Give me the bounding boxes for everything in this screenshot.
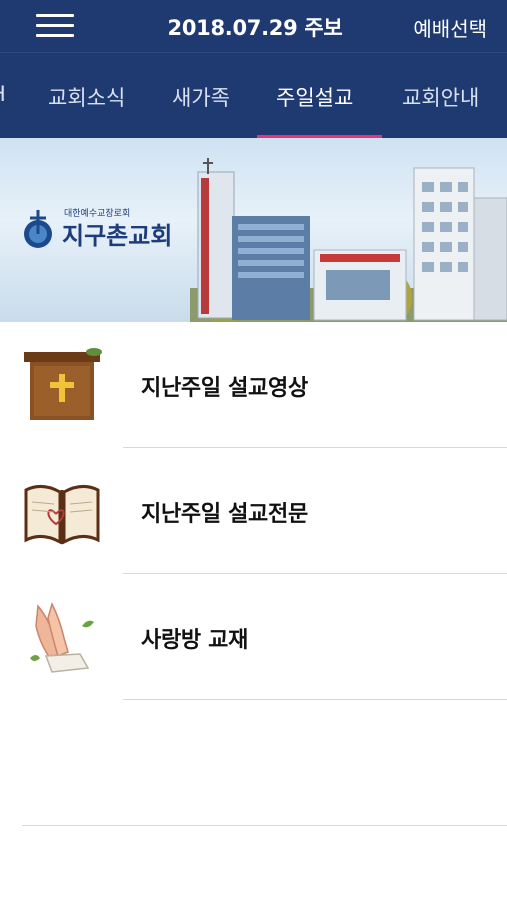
praying-hands-icon xyxy=(30,601,94,673)
top-bar: 2018.07.29 주보 예배선택 xyxy=(0,0,507,52)
tab-church-guide[interactable]: 교회안내 xyxy=(402,82,479,112)
list-item-label: 지난주일 설교전문 xyxy=(141,502,308,527)
tab-bar: H 교회소식 새가족 주일설교 교회안내 xyxy=(0,52,507,138)
menu-line xyxy=(36,34,74,37)
list-item-label: 지난주일 설교영상 xyxy=(141,376,308,401)
list-divider xyxy=(123,699,507,700)
menu-line xyxy=(36,24,74,27)
tab-sunday-sermon[interactable]: 주일설교 xyxy=(276,82,353,112)
tab-church-news[interactable]: 교회소식 xyxy=(48,82,125,112)
tab-new-family[interactable]: 새가족 xyxy=(172,82,230,112)
church-banner: 대한예수교장로회 지구촌교회 xyxy=(0,138,507,322)
menu-line xyxy=(36,14,74,17)
list-item-small-group-material[interactable]: 사랑방 교재 xyxy=(0,574,507,700)
open-bible-icon xyxy=(24,485,100,545)
church-banner-illustration: 대한예수교장로회 지구촌교회 xyxy=(24,158,507,322)
worship-select-button[interactable]: 예배선택 xyxy=(413,13,487,42)
hamburger-menu-icon[interactable] xyxy=(36,12,74,40)
tab-partial-left[interactable]: H xyxy=(0,82,6,106)
pulpit-cross-icon xyxy=(24,348,102,420)
banner-church-name: 지구촌교회 xyxy=(62,222,172,250)
list-item-label: 사랑방 교재 xyxy=(141,628,249,653)
list-item-sermon-video[interactable]: 지난주일 설교영상 xyxy=(0,322,507,448)
bottom-divider xyxy=(22,825,507,826)
list-item-sermon-text[interactable]: 지난주일 설교전문 xyxy=(0,448,507,574)
page-title: 2018.07.29 주보 xyxy=(167,16,343,40)
banner-denomination-text: 대한예수교장로회 xyxy=(64,208,130,219)
